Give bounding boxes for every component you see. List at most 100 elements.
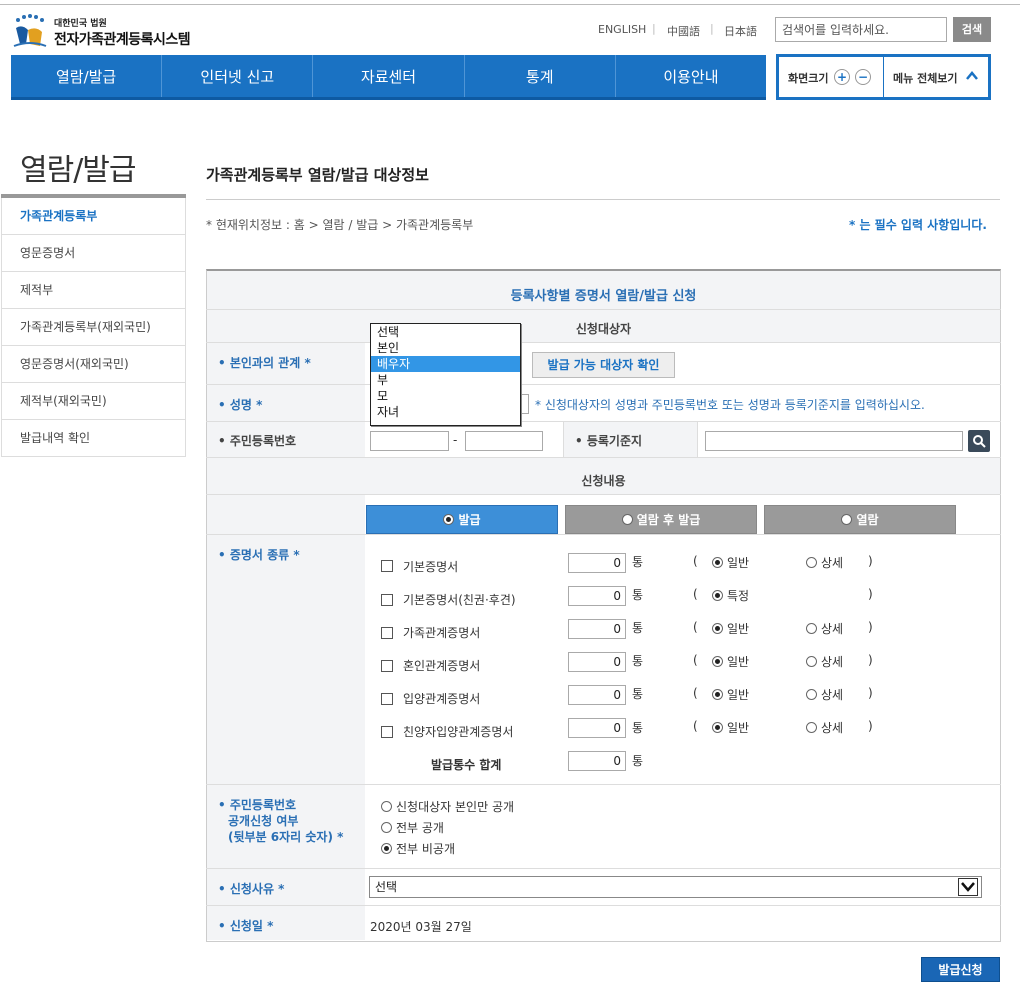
site-logo[interactable]: 대한민국 법원 전자가족관계등록시스템 <box>10 12 210 52</box>
tab-view[interactable]: 열람 <box>764 505 956 534</box>
cert-checkbox[interactable] <box>381 594 393 606</box>
sidebar-item-english-cert[interactable]: 영문증명서 <box>1 235 186 272</box>
all-menu-button[interactable]: 메뉴 전체보기 <box>893 70 958 86</box>
total-label: 발급통수 합계 <box>431 758 502 772</box>
option-general[interactable]: 일반 <box>712 653 749 670</box>
relation-option[interactable]: 부 <box>371 372 520 388</box>
option-detail[interactable]: 상세 <box>806 719 843 736</box>
rrn-back-input[interactable] <box>465 431 543 451</box>
zoom-in-button[interactable]: + <box>834 69 850 85</box>
option-general[interactable]: 일반 <box>712 554 749 571</box>
row-divider <box>206 534 1001 535</box>
cert-checkbox[interactable] <box>381 660 393 672</box>
paren-close: ) <box>868 554 873 568</box>
chevron-up-icon[interactable] <box>965 70 979 82</box>
relation-dropdown[interactable]: 선택 본인 배우자 부 모 자녀 <box>370 323 521 426</box>
court-emblem-icon <box>13 14 47 47</box>
disclose-option-label: 전부 비공개 <box>396 842 456 856</box>
count-unit: 통 <box>632 621 644 635</box>
cert-count-input[interactable]: 0 <box>568 685 626 705</box>
nav-item-resource-center[interactable]: 자료센터 <box>313 55 465 100</box>
lang-separator: | <box>710 22 714 35</box>
option-detail-label: 상세 <box>821 688 844 702</box>
base-input[interactable] <box>705 431 963 451</box>
rrn-front-input[interactable] <box>370 431 449 451</box>
sidebar-item-family-register-overseas[interactable]: 가족관계등록부(재외국민) <box>1 309 186 346</box>
reason-select[interactable]: 선택 <box>369 876 982 898</box>
cert-name: 친양자입양관계증명서 <box>403 725 514 739</box>
check-target-button[interactable]: 발급 가능 대상자 확인 <box>532 352 675 378</box>
tab-view-then-issue[interactable]: 열람 후 발급 <box>565 505 757 534</box>
option-general-label: 일반 <box>727 556 750 570</box>
search-button[interactable]: 검색 <box>953 17 991 42</box>
relation-option[interactable]: 모 <box>371 388 520 404</box>
tab-issue-label: 발급 <box>458 513 481 527</box>
cert-checkbox[interactable] <box>381 693 393 705</box>
paren-close: ) <box>868 686 873 700</box>
tab-issue[interactable]: 발급 <box>366 505 558 534</box>
nav-item-internet-report[interactable]: 인터넷 신고 <box>162 55 314 100</box>
relation-option-selected[interactable]: 배우자 <box>371 356 520 372</box>
option-detail[interactable]: 상세 <box>806 554 843 571</box>
sidebar-title: 열람/발급 <box>20 153 137 188</box>
sidebar-item-removed-register[interactable]: 제적부 <box>1 272 186 309</box>
count-unit: 통 <box>632 588 644 602</box>
lang-chinese-link[interactable]: 中國語 <box>667 23 700 39</box>
cert-checkbox[interactable] <box>381 726 393 738</box>
radio-icon <box>806 656 817 667</box>
option-detail[interactable]: 상세 <box>806 620 843 637</box>
count-unit: 통 <box>632 721 644 735</box>
paren-open: ( <box>693 653 698 667</box>
required-note: * 는 필수 입력 사항입니다. <box>849 218 987 232</box>
paren-open: ( <box>693 719 698 733</box>
disclose-option-self[interactable]: 신청대상자 본인만 공개 <box>381 798 514 815</box>
radio-icon <box>381 801 392 812</box>
sidebar-item-english-cert-overseas[interactable]: 영문증명서(재외국민) <box>1 346 186 383</box>
cert-name: 기본증명서 <box>403 560 459 574</box>
sidebar-item-issue-history[interactable]: 발급내역 확인 <box>1 420 186 457</box>
cert-count-input[interactable]: 0 <box>568 652 626 672</box>
nav-item-statistics[interactable]: 통계 <box>465 55 616 100</box>
disclose-option-none[interactable]: 전부 비공개 <box>381 840 455 857</box>
nav-item-view-issue[interactable]: 열람/발급 <box>11 55 163 100</box>
page-title: 가족관계등록부 열람/발급 대상정보 <box>206 166 429 184</box>
zoom-out-button[interactable]: − <box>855 69 871 85</box>
radio-icon <box>712 623 723 634</box>
top-border <box>0 4 1020 5</box>
lang-english-link[interactable]: ENGLISH <box>598 23 646 36</box>
cert-checkbox[interactable] <box>381 560 393 572</box>
relation-option[interactable]: 선택 <box>371 324 520 340</box>
chevron-down-icon[interactable] <box>958 878 978 896</box>
disclose-option-all[interactable]: 전부 공개 <box>381 819 444 836</box>
cert-count-input[interactable]: 0 <box>568 718 626 738</box>
option-detail[interactable]: 상세 <box>806 686 843 703</box>
cert-count-input[interactable]: 0 <box>568 619 626 639</box>
lang-japanese-link[interactable]: 日本語 <box>724 23 757 39</box>
rrn-label: • 주민등록번호 <box>218 434 297 448</box>
count-unit: 통 <box>632 687 644 701</box>
sidebar-item-removed-register-overseas[interactable]: 제적부(재외국민) <box>1 383 186 420</box>
paren-open: ( <box>693 686 698 700</box>
sidebar-item-family-register[interactable]: 가족관계등록부 <box>1 198 186 235</box>
option-detail-label: 상세 <box>821 556 844 570</box>
search-input[interactable]: 검색어를 입력하세요. <box>775 17 947 42</box>
base-search-button[interactable] <box>968 430 990 452</box>
nav-item-usage-guide[interactable]: 이용안내 <box>616 55 766 100</box>
option-general[interactable]: 일반 <box>712 620 749 637</box>
option-general[interactable]: 일반 <box>712 719 749 736</box>
date-label: • 신청일 * <box>218 919 274 933</box>
relation-option[interactable]: 자녀 <box>371 404 520 420</box>
option-specific[interactable]: 특정 <box>712 587 749 604</box>
cert-checkbox[interactable] <box>381 627 393 639</box>
radio-icon <box>841 514 853 525</box>
relation-label: • 본인과의 관계 * <box>218 356 311 370</box>
screen-tools: 화면크기 + − 메뉴 전체보기 <box>776 54 991 100</box>
option-detail[interactable]: 상세 <box>806 653 843 670</box>
submit-button[interactable]: 발급신청 <box>921 957 1000 982</box>
relation-option[interactable]: 본인 <box>371 340 520 356</box>
cert-count-input[interactable]: 0 <box>568 553 626 573</box>
option-general[interactable]: 일반 <box>712 686 749 703</box>
disclose-option-label: 신청대상자 본인만 공개 <box>396 800 515 814</box>
content-section-title: 신청내용 <box>581 474 626 488</box>
cert-count-input[interactable]: 0 <box>568 586 626 606</box>
